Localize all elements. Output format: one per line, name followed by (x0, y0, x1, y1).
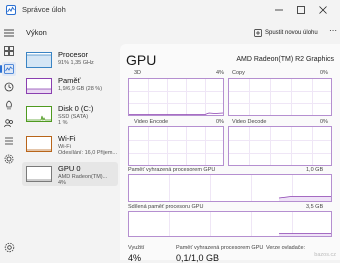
run-new-task-button[interactable]: Spustit novou úlohu (254, 25, 318, 41)
cpu-thumbnail-graph (26, 52, 52, 68)
dedicated-memory-label: Paměť vyhrazená procesorem GPU (128, 167, 216, 173)
perf-item-name: Paměť (58, 76, 81, 85)
nav-hamburger-button[interactable] (2, 26, 16, 40)
disk-thumbnail-graph (26, 106, 52, 122)
nav-details[interactable] (2, 134, 16, 148)
new-task-icon (254, 29, 262, 37)
services-icon (4, 154, 14, 164)
close-icon (319, 6, 327, 14)
perf-item-disk[interactable]: Disk 0 (C:) SSD (SATA) 1 % (22, 102, 118, 126)
history-icon (4, 82, 14, 92)
page-header: Výkon Spustit novou úlohu ⋯ (18, 22, 340, 44)
close-button[interactable] (312, 0, 334, 20)
graph-copy-value: 0% (320, 70, 328, 76)
graph-3d[interactable] (128, 78, 224, 116)
graph-video-decode-label: Video Decode (232, 119, 267, 125)
nav-services[interactable] (2, 152, 16, 166)
shared-memory-max: 3,5 GB (306, 204, 324, 210)
shared-memory-label: Sdílená paměť procesoru GPU (128, 204, 204, 210)
graph-3d-value: 4% (216, 70, 224, 76)
watermark: bazos.cz (314, 252, 336, 258)
perf-item-name: Disk 0 (C:) (58, 104, 94, 113)
details-icon (5, 137, 13, 145)
wifi-thumbnail-graph (26, 136, 52, 152)
maximize-button[interactable] (290, 0, 312, 20)
stat-dedicated-value: 0,1/1,0 GB (176, 253, 220, 263)
graph-3d-line (129, 112, 223, 115)
graph-video-decode-value: 0% (320, 119, 328, 125)
graph-video-encode-value: 0% (216, 119, 224, 125)
gpu-detail-panel: GPU AMD Radeon(TM) R2 Graphics 3D 4% Cop… (120, 44, 340, 263)
perf-item-name: Procesor (58, 50, 89, 59)
nav-startup-apps[interactable] (2, 98, 16, 112)
title-bar: Správce úloh (0, 0, 340, 22)
gpu-thumbnail-graph (26, 166, 52, 182)
performance-icon (4, 64, 14, 74)
settings-gear-icon[interactable] (4, 242, 15, 253)
perf-item-sub2: 4% (58, 180, 66, 186)
stat-driver-label: Verze ovladače: (266, 245, 306, 251)
perf-item-memory[interactable]: Paměť 1,9/6,9 GB (28 %) (22, 74, 118, 98)
graph-shared-memory[interactable] (128, 211, 332, 237)
maximize-icon (297, 6, 305, 14)
window-title: Správce úloh (22, 5, 66, 14)
startup-icon (6, 100, 12, 110)
hamburger-icon (4, 29, 14, 37)
perf-item-name: GPU 0 (58, 164, 81, 173)
nav-users[interactable] (2, 116, 16, 130)
nav-performance[interactable] (0, 62, 16, 76)
graph-video-encode-label: Video Encode (134, 119, 169, 125)
memory-thumbnail-graph (26, 78, 52, 94)
page-title: Výkon (26, 28, 47, 37)
stat-utilization-label: Využití (128, 245, 145, 251)
perf-item-sub2: Odesílání: 16,0 Přijem... (58, 150, 117, 156)
perf-item-sub2: 1 % (58, 120, 68, 126)
minimize-icon (275, 9, 283, 11)
nav-rail (0, 22, 18, 260)
gpu-model-name: AMD Radeon(TM) R2 Graphics (236, 56, 334, 63)
perf-item-cpu[interactable]: Procesor 91% 1,35 GHz (22, 48, 118, 72)
dedicated-memory-max: 1,0 GB (306, 167, 324, 173)
users-icon (4, 119, 13, 128)
nav-app-history[interactable] (2, 80, 16, 94)
gpu-title: GPU (126, 52, 157, 68)
stat-utilization-value: 4% (128, 253, 142, 263)
dedicated-memory-line (278, 196, 331, 201)
stat-dedicated-label: Paměť vyhrazená procesorem GPU (176, 245, 264, 251)
graph-video-encode[interactable] (128, 126, 224, 166)
graph-video-decode[interactable] (228, 126, 332, 166)
perf-item-wifi[interactable]: Wi-Fi Wi-Fi Odesílání: 16,0 Přijem... (22, 132, 118, 156)
run-new-task-label: Spustit novou úlohu (265, 30, 318, 36)
graph-copy[interactable] (228, 78, 332, 116)
perf-item-gpu[interactable]: GPU 0 AMD Radeon(TM)... 4% (22, 162, 118, 186)
graph-copy-label: Copy (232, 70, 245, 76)
graph-dedicated-memory[interactable] (128, 174, 332, 202)
nav-processes[interactable] (2, 44, 16, 58)
perf-item-name: Wi-Fi (58, 134, 76, 143)
more-options-button[interactable]: ⋯ (328, 26, 338, 40)
processes-icon (4, 46, 14, 56)
task-manager-icon (6, 5, 16, 15)
graph-3d-label: 3D (134, 70, 142, 76)
performance-list: Procesor 91% 1,35 GHz Paměť 1,9/6,9 GB (… (18, 44, 120, 260)
perf-item-sub: 1,9/6,9 GB (28 %) (58, 86, 103, 92)
minimize-button[interactable] (268, 0, 290, 20)
shared-memory-line (279, 233, 331, 236)
perf-item-sub: 91% 1,35 GHz (58, 60, 94, 66)
